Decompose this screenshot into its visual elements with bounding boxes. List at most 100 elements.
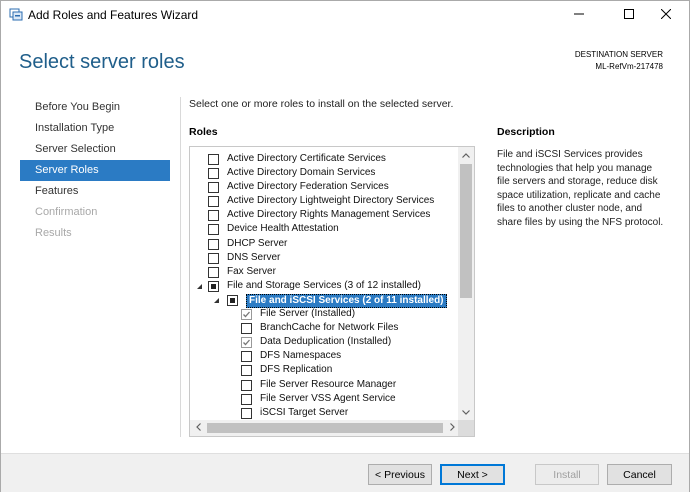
role-checkbox-partial[interactable] xyxy=(208,280,219,292)
role-label: DNS Server xyxy=(227,251,281,263)
server-manager-icon xyxy=(9,8,23,21)
destination-server-label: DESTINATION SERVER xyxy=(574,50,663,59)
role-item[interactable]: iSCSI Target Server xyxy=(190,406,460,420)
close-button[interactable] xyxy=(643,1,689,29)
role-label: Active Directory Lightweight Directory S… xyxy=(227,195,435,207)
role-checkbox[interactable] xyxy=(208,182,219,194)
install-button: Install xyxy=(535,464,599,485)
role-checkbox-checked[interactable] xyxy=(241,309,252,321)
nav-item-server-roles[interactable]: Server Roles xyxy=(20,160,170,181)
role-label: Data Deduplication (Installed) xyxy=(260,336,392,348)
role-item[interactable]: Active Directory Rights Management Servi… xyxy=(190,208,460,222)
minimize-icon xyxy=(574,9,584,22)
role-label: Active Directory Federation Services xyxy=(227,181,389,193)
role-label: Active Directory Certificate Services xyxy=(227,153,386,164)
role-item[interactable]: DFS Replication xyxy=(190,363,460,377)
role-label: Fax Server xyxy=(227,265,276,277)
scroll-up-button[interactable] xyxy=(458,147,474,163)
role-item[interactable]: Active Directory Federation Services xyxy=(190,180,460,194)
role-label: File Server VSS Agent Service xyxy=(260,392,396,404)
roles-heading: Roles xyxy=(189,126,218,138)
role-label: Device Health Attestation xyxy=(227,223,339,235)
vertical-scroll-thumb[interactable] xyxy=(460,164,472,298)
role-label: Active Directory Rights Management Servi… xyxy=(227,209,431,221)
next-button[interactable]: Next > xyxy=(440,464,505,485)
role-label: File and Storage Services (3 of 12 insta… xyxy=(227,279,421,291)
role-item[interactable]: File Server VSS Agent Service xyxy=(190,392,460,406)
role-item[interactable]: File Server Resource Manager xyxy=(190,378,460,392)
nav-item-before-you-begin[interactable]: Before You Begin xyxy=(20,97,170,118)
role-checkbox[interactable] xyxy=(208,168,219,180)
page-title: Select server roles xyxy=(19,51,185,73)
role-label: iSCSI Target Server xyxy=(260,406,349,418)
description-heading: Description xyxy=(497,126,555,138)
role-item[interactable]: DFS Namespaces xyxy=(190,349,460,363)
role-label: BranchCache for Network Files xyxy=(260,322,399,334)
role-checkbox[interactable] xyxy=(241,323,252,335)
minimize-button[interactable] xyxy=(556,1,602,29)
role-item[interactable]: Active Directory Domain Services xyxy=(190,166,460,180)
description-text: File and iSCSI Services provides technol… xyxy=(497,149,664,228)
scrollbar-corner xyxy=(458,420,474,436)
role-label: DFS Replication xyxy=(260,364,333,376)
window-title: Add Roles and Features Wizard xyxy=(28,8,199,22)
role-checkbox[interactable] xyxy=(208,266,219,278)
role-checkbox[interactable] xyxy=(241,365,252,377)
role-item[interactable]: File Server (Installed) xyxy=(190,307,460,321)
role-checkbox[interactable] xyxy=(241,379,252,391)
nav-item-installation-type[interactable]: Installation Type xyxy=(20,118,170,139)
maximize-icon xyxy=(624,8,634,22)
role-item[interactable]: DNS Server xyxy=(190,251,460,265)
nav-item-features[interactable]: Features xyxy=(20,181,170,202)
role-item[interactable]: Data Deduplication (Installed) xyxy=(190,335,460,349)
title-bar[interactable]: Add Roles and Features Wizard xyxy=(1,1,689,29)
instruction-text: Select one or more roles to install on t… xyxy=(189,98,454,110)
role-checkbox[interactable] xyxy=(208,210,219,222)
chevron-down-icon xyxy=(462,406,470,418)
wizard-nav: Before You Begin Installation Type Serve… xyxy=(20,97,170,244)
role-item[interactable]: File and iSCSI Services (2 of 11 install… xyxy=(190,293,460,308)
role-label: File Server (Installed) xyxy=(260,308,356,320)
role-checkbox-checked[interactable] xyxy=(241,337,252,349)
role-label: File and iSCSI Services (2 of 11 install… xyxy=(246,293,447,308)
destination-server-name: ML-RefVm-217478 xyxy=(595,62,663,71)
chevron-up-icon xyxy=(462,149,470,161)
roles-list: Active Directory Certificate Services Act… xyxy=(190,152,460,420)
nav-item-confirmation: Confirmation xyxy=(35,206,98,218)
role-item[interactable]: BranchCache for Network Files xyxy=(190,321,460,335)
role-checkbox[interactable] xyxy=(208,238,219,250)
role-item[interactable]: Active Directory Certificate Services xyxy=(190,152,460,166)
role-checkbox[interactable] xyxy=(241,393,252,405)
previous-button[interactable]: < Previous xyxy=(368,464,432,485)
role-checkbox[interactable] xyxy=(208,224,219,236)
role-item[interactable]: Fax Server xyxy=(190,265,460,279)
horizontal-scroll-thumb[interactable] xyxy=(207,423,443,433)
role-checkbox[interactable] xyxy=(208,154,219,165)
footer-bar: < Previous Next > Install Cancel xyxy=(1,453,689,492)
role-item[interactable]: Active Directory Lightweight Directory S… xyxy=(190,194,460,208)
scroll-left-button[interactable] xyxy=(190,420,206,436)
role-item[interactable]: Device Health Attestation xyxy=(190,222,460,236)
nav-divider xyxy=(180,97,181,437)
cancel-button[interactable]: Cancel xyxy=(607,464,672,485)
role-checkbox-partial[interactable] xyxy=(227,294,238,306)
role-checkbox[interactable] xyxy=(208,252,219,264)
nav-item-server-selection[interactable]: Server Selection xyxy=(20,139,170,160)
nav-item-results: Results xyxy=(35,227,72,239)
role-label: DHCP Server xyxy=(227,237,288,249)
roles-tree[interactable]: Active Directory Certificate Services Act… xyxy=(189,146,475,437)
role-checkbox[interactable] xyxy=(208,196,219,208)
scroll-down-button[interactable] xyxy=(458,404,474,420)
role-checkbox[interactable] xyxy=(241,351,252,363)
role-label: DFS Namespaces xyxy=(260,350,342,362)
wizard-window: Add Roles and Features Wizard Select ser… xyxy=(0,0,690,492)
chevron-right-icon xyxy=(449,422,455,434)
vertical-scrollbar[interactable] xyxy=(458,147,474,420)
role-item[interactable]: DHCP Server xyxy=(190,237,460,251)
role-checkbox[interactable] xyxy=(241,407,252,419)
horizontal-scrollbar[interactable] xyxy=(190,420,460,436)
role-label: File Server Resource Manager xyxy=(260,378,397,390)
chevron-left-icon xyxy=(195,422,201,434)
close-icon xyxy=(660,8,672,22)
role-item[interactable]: File and Storage Services (3 of 12 insta… xyxy=(190,279,460,293)
